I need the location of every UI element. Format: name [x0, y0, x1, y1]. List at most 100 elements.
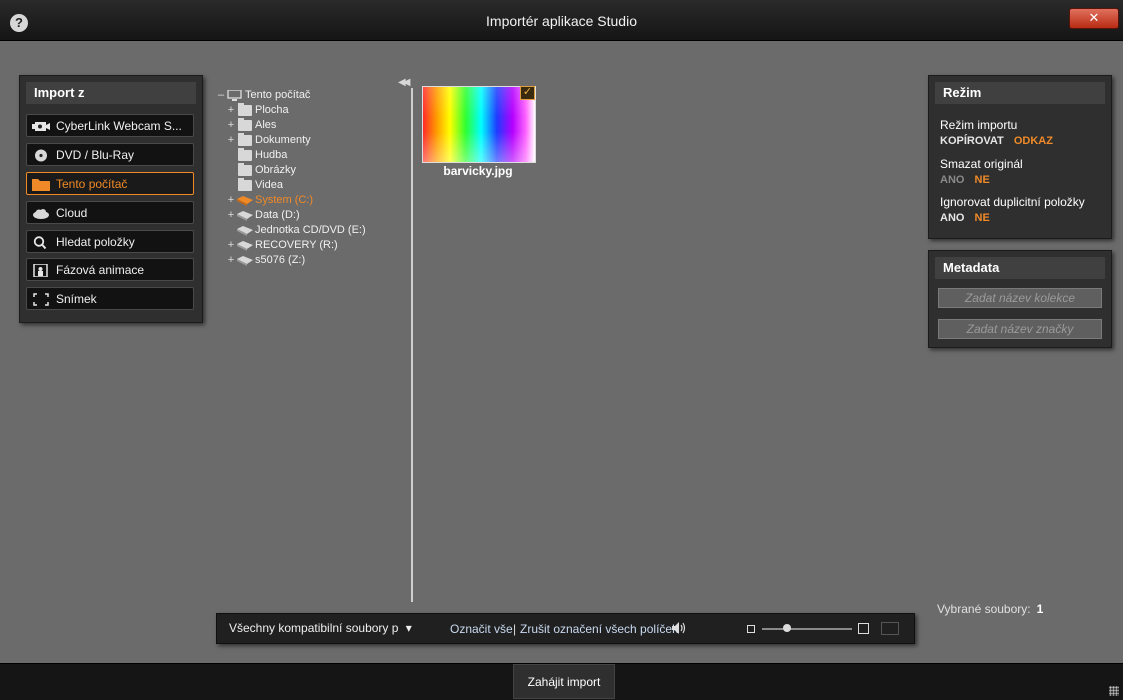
delete-original-no-option[interactable]: NE	[975, 174, 990, 186]
webcam-icon	[32, 122, 50, 131]
import-source-label: Tento počítač	[56, 177, 128, 191]
import-source-label: Hledat položky	[56, 235, 135, 249]
network-drive-icon	[237, 256, 253, 266]
folder-icon	[238, 133, 252, 146]
import-source-stop-motion[interactable]: Fázová animace	[26, 258, 194, 281]
selected-files-status: Vybrané soubory: 1	[937, 602, 1043, 616]
drive-icon	[237, 241, 253, 251]
disc-icon	[35, 149, 47, 162]
expand-icon[interactable]: +	[226, 133, 236, 148]
ignore-duplicates-no-option[interactable]: NE	[975, 212, 990, 224]
fullscreen-icon[interactable]	[881, 622, 899, 635]
mode-header: Režim	[935, 82, 1105, 104]
close-button[interactable]: ✕	[1069, 8, 1119, 29]
magnifier-icon	[33, 236, 47, 249]
start-import-button[interactable]: Zahájit import	[513, 664, 615, 699]
zoom-out-icon[interactable]	[747, 625, 755, 633]
tree-item-label: Ales	[255, 119, 277, 131]
delete-original-options: ANO NE	[940, 174, 997, 186]
collection-name-input[interactable]: Zadat název kolekce	[938, 288, 1102, 308]
selected-files-count: 1	[1036, 602, 1044, 616]
file-filter-dropdown[interactable]: Všechny kompatibilní soubory p ▾	[229, 621, 412, 635]
tree-item-label: Dokumenty	[255, 134, 311, 146]
import-source-this-computer[interactable]: Tento počítač	[26, 172, 194, 195]
tree-item-label: RECOVERY (R:)	[255, 239, 338, 251]
window-title: Importér aplikace Studio	[486, 13, 637, 29]
computer-icon	[227, 90, 242, 101]
chevron-down-icon: ▾	[405, 621, 412, 635]
link-separator: |	[513, 622, 517, 636]
import-mode-label: Režim importu	[940, 118, 1018, 132]
tree-item-label: s5076 (Z:)	[255, 254, 306, 266]
speaker-icon[interactable]	[672, 622, 686, 634]
folder-icon	[238, 163, 252, 176]
metadata-header: Metadata	[935, 257, 1105, 279]
footer-bar: Zahájit import	[0, 663, 1123, 700]
import-source-search[interactable]: Hledat položky	[26, 230, 194, 253]
import-source-label: Fázová animace	[56, 263, 145, 277]
snapshot-icon	[33, 293, 49, 306]
import-source-label: CyberLink Webcam S...	[56, 119, 182, 133]
file-name: barvicky.jpg	[443, 164, 513, 178]
ignore-duplicates-options: ANO NE	[940, 212, 997, 224]
mode-panel: Režim Režim importu KOPÍROVAT ODKAZ Smaz…	[928, 75, 1112, 239]
expand-icon[interactable]: +	[226, 193, 236, 208]
tree-item-label: Videa	[255, 179, 283, 191]
drive-icon	[237, 211, 253, 221]
tree-item-label: Obrázky	[255, 164, 296, 176]
ignore-duplicates-yes-option[interactable]: ANO	[940, 212, 964, 224]
deselect-all-link[interactable]: Zrušit označení všech políček	[520, 622, 678, 636]
tree-item-label: Jednotka CD/DVD (E:)	[255, 224, 366, 236]
tag-name-input[interactable]: Zadat název značky	[938, 319, 1102, 339]
import-from-header: Import z	[26, 82, 196, 104]
ignore-duplicates-label: Ignorovat duplicitní položky	[940, 195, 1085, 209]
import-mode-options: KOPÍROVAT ODKAZ	[940, 135, 1060, 147]
folder-icon	[238, 148, 252, 161]
folder-icon	[32, 179, 50, 191]
import-source-label: DVD / Blu-Ray	[56, 148, 135, 162]
tree-item-label: Hudba	[255, 149, 288, 161]
zoom-in-icon[interactable]	[858, 623, 869, 634]
tree-item-label: Plocha	[255, 104, 289, 116]
file-thumbnail[interactable]	[422, 86, 536, 163]
import-mode-copy-option[interactable]: KOPÍROVAT	[940, 135, 1004, 147]
delete-original-yes-option[interactable]: ANO	[940, 174, 964, 186]
folder-tree: – Tento počítač + Plocha + Ales + Dokume…	[216, 88, 404, 308]
folder-icon	[238, 118, 252, 131]
drive-icon	[237, 196, 253, 206]
expand-icon[interactable]: +	[226, 238, 236, 253]
import-source-cloud[interactable]: Cloud	[26, 201, 194, 224]
import-source-label: Cloud	[56, 206, 88, 220]
optical-drive-icon	[237, 226, 253, 236]
collapse-icon[interactable]: –	[216, 88, 226, 103]
title-bar: ? Importér aplikace Studio ✕	[0, 0, 1123, 41]
expand-icon[interactable]: +	[226, 118, 236, 133]
resize-grip-icon[interactable]	[1109, 686, 1119, 696]
import-from-panel: Import z CyberLink Webcam S... DVD / Blu…	[19, 75, 203, 323]
import-source-webcam[interactable]: CyberLink Webcam S...	[26, 114, 194, 137]
expand-icon[interactable]: +	[226, 253, 236, 268]
folder-icon	[238, 103, 252, 116]
tree-item-label: System (C:)	[255, 194, 314, 206]
stop-motion-icon	[33, 264, 48, 277]
import-source-dvd[interactable]: DVD / Blu-Ray	[26, 143, 194, 166]
zoom-slider-handle[interactable]	[783, 624, 791, 632]
select-all-link[interactable]: Označit vše	[450, 622, 513, 636]
expand-icon[interactable]: +	[226, 208, 236, 223]
importer-body: Import z CyberLink Webcam S... DVD / Blu…	[6, 41, 1119, 663]
browser-toolbar: Všechny kompatibilní soubory p ▾ Označit…	[216, 613, 915, 644]
file-checkbox-icon[interactable]: ✓	[520, 86, 535, 100]
expand-icon[interactable]: +	[226, 103, 236, 118]
zoom-slider[interactable]	[762, 628, 852, 630]
collapse-tree-icon[interactable]: ◀◀	[398, 77, 411, 88]
import-source-snapshot[interactable]: Snímek	[26, 287, 194, 310]
import-source-label: Snímek	[56, 292, 97, 306]
metadata-panel: Metadata Zadat název kolekce Zadat název…	[928, 250, 1112, 348]
file-filter-label: Všechny kompatibilní soubory p	[229, 621, 399, 635]
delete-original-label: Smazat originál	[940, 157, 1023, 171]
tree-item-label: Data (D:)	[255, 209, 300, 221]
tree-item-label: Tento počítač	[245, 89, 311, 101]
tree-splitter[interactable]	[411, 88, 413, 602]
import-mode-link-option[interactable]: ODKAZ	[1014, 135, 1053, 147]
selected-files-label: Vybrané soubory:	[937, 602, 1031, 616]
